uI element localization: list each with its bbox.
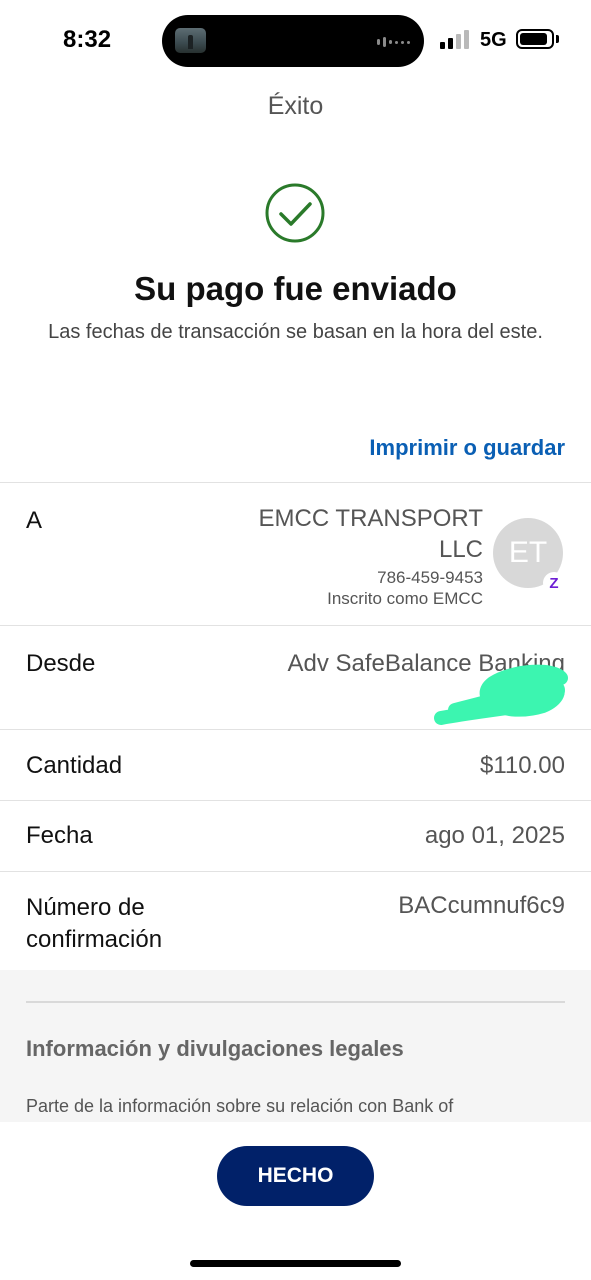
confirmation-number-value: BACcumnuf6c9 xyxy=(398,892,565,919)
status-bar: 8:32 5G xyxy=(0,0,591,80)
check-circle-icon xyxy=(265,183,325,243)
battery-icon xyxy=(516,29,554,49)
confirmation-number-label: Número de confirmación xyxy=(26,894,163,953)
done-button[interactable]: HECHO xyxy=(217,1146,374,1206)
recipient-row: A EMCC TRANSPORT LLC 786-459-9453 Inscri… xyxy=(0,482,591,625)
payment-details: A EMCC TRANSPORT LLC 786-459-9453 Inscri… xyxy=(0,482,591,975)
subtitle: Las fechas de transacción se basan en la… xyxy=(48,321,543,343)
island-thumbnail-icon xyxy=(175,28,206,53)
network-type: 5G xyxy=(480,29,507,51)
audio-wave-icon xyxy=(377,37,410,47)
status-time: 8:32 xyxy=(63,26,112,53)
from-account-row: Desde Adv SafeBalance Banking xyxy=(0,625,591,729)
date-row: Fecha ago 01, 2025 xyxy=(0,800,591,871)
headline: Su pago fue enviado xyxy=(134,270,457,307)
date-label: Fecha xyxy=(26,822,93,849)
recipient-label: A xyxy=(26,507,43,534)
amount-label: Cantidad xyxy=(26,752,123,779)
recipient-enrolled: Inscrito como EMCC xyxy=(327,589,483,608)
date-value: ago 01, 2025 xyxy=(424,822,565,849)
recipient-name: EMCC TRANSPORT LLC xyxy=(258,505,483,563)
legal-title: Información y divulgaciones legales xyxy=(26,1036,404,1061)
from-label: Desde xyxy=(26,650,96,677)
amount-value: $110.00 xyxy=(480,752,565,779)
redaction-scribble xyxy=(434,664,568,725)
recipient-phone: 786-459-9453 xyxy=(377,568,483,587)
nav-title: Éxito xyxy=(267,92,324,120)
amount-row: Cantidad $110.00 xyxy=(0,729,591,800)
print-or-save-link[interactable]: Imprimir o guardar xyxy=(369,435,565,461)
legal-section: Información y divulgaciones legales Part… xyxy=(0,970,591,1122)
dynamic-island[interactable] xyxy=(162,15,424,67)
signal-icon xyxy=(440,30,469,49)
legal-divider xyxy=(26,1001,565,1003)
battery-tip xyxy=(556,35,559,43)
legal-text: Parte de la información sobre su relació… xyxy=(26,1096,454,1116)
home-indicator[interactable] xyxy=(190,1260,401,1267)
confirmation-number-row: Número de confirmación BACcumnuf6c9 xyxy=(0,871,591,975)
zelle-badge-icon: Z xyxy=(543,572,565,594)
